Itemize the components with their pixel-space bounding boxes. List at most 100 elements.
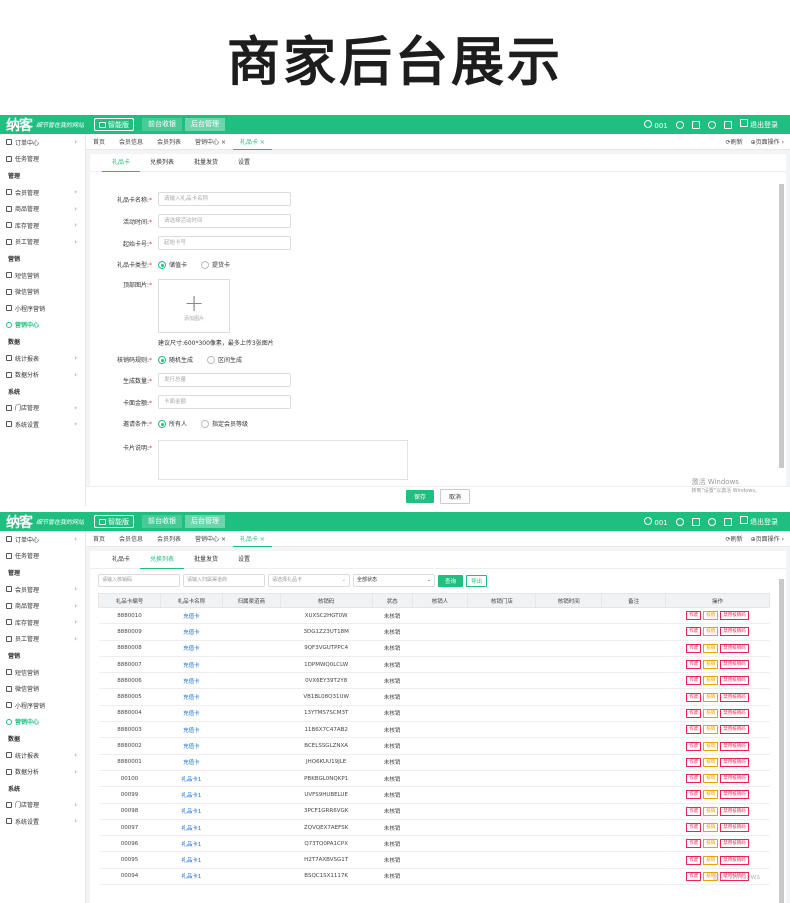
sidebar-item[interactable]: 微信营销 — [0, 680, 85, 697]
subtab-batch-ship-2[interactable]: 批量发货 — [184, 551, 228, 569]
redeem-button[interactable]: 核销 — [703, 611, 719, 621]
sidebar-item[interactable]: 会员管理 › — [0, 581, 85, 598]
page-tab[interactable]: 会员信息 — [112, 534, 150, 543]
logout-button[interactable]: 退出登录 — [739, 119, 778, 130]
redeem-button[interactable]: 核销 — [703, 627, 719, 637]
query-button[interactable]: 查询 — [438, 574, 464, 587]
redeem-button[interactable]: 核销 — [703, 855, 719, 865]
sidebar-item[interactable]: 订单中心 › — [0, 531, 85, 548]
logout-button[interactable]: 退出登录 — [739, 516, 778, 527]
redeem-button[interactable]: 核销 — [703, 708, 719, 718]
cancel-button[interactable]: 取消 — [440, 489, 471, 504]
disable-code-button[interactable]: 禁用核销码 — [720, 741, 749, 751]
subtab-redeem-list[interactable]: 兑换列表 — [140, 154, 184, 172]
start-input[interactable]: 起始卡号 — [158, 236, 291, 250]
nav-front-cashier[interactable]: 前台收银 — [142, 515, 182, 528]
table-cell[interactable]: 充值卡 — [160, 623, 223, 641]
sidebar-item[interactable]: 库存管理 › — [0, 217, 85, 234]
disable-code-button[interactable]: 禁用核销码 — [720, 708, 749, 718]
table-cell[interactable]: 充值卡 — [160, 705, 223, 723]
table-cell[interactable]: 礼品卡1 — [160, 803, 223, 820]
table-cell[interactable]: 充值卡 — [160, 737, 223, 755]
channel-filter-input[interactable]: 请输入归属渠道商 — [183, 574, 265, 587]
download-icon[interactable] — [723, 120, 732, 129]
page-tab[interactable]: 会员信息 — [112, 137, 150, 146]
sidebar-item[interactable]: 统计报表 › — [0, 747, 85, 764]
redeem-button[interactable]: 核销 — [703, 643, 719, 653]
void-button[interactable]: 作废 — [686, 855, 702, 865]
disable-code-button[interactable]: 禁用核销码 — [720, 757, 749, 767]
nav-back-office[interactable]: 后台管理 — [185, 118, 225, 131]
export-button[interactable]: 导出 — [466, 574, 488, 587]
sidebar-item[interactable]: 短信营销 — [0, 267, 85, 284]
subtab-batch-ship[interactable]: 批量发货 — [184, 154, 228, 172]
redeem-button[interactable]: 核销 — [703, 774, 719, 784]
table-cell[interactable]: 充值卡 — [160, 656, 223, 674]
headset-icon[interactable] — [675, 120, 684, 129]
sidebar-item[interactable]: 数据分析 › — [0, 366, 85, 383]
sidebar-item[interactable]: 系统设置 › — [0, 416, 85, 433]
sidebar-item[interactable]: 员工管理 › — [0, 631, 85, 648]
void-button[interactable]: 作废 — [686, 660, 702, 670]
page-tab[interactable]: 首页 — [86, 137, 112, 146]
sidebar-item[interactable]: 营销中心 — [0, 317, 85, 334]
table-cell[interactable]: 礼品卡1 — [160, 819, 223, 837]
void-button[interactable]: 作废 — [686, 823, 702, 832]
user-menu[interactable]: 001 — [644, 516, 668, 527]
void-button[interactable]: 作废 — [686, 806, 702, 816]
save-button[interactable]: 保存 — [405, 490, 434, 503]
sidebar-item[interactable]: 小程序营销 — [0, 300, 85, 317]
bell-icon[interactable] — [707, 120, 716, 129]
sidebar-item[interactable]: 任务管理 — [0, 548, 85, 565]
qty-input[interactable]: 发行总量 — [158, 373, 291, 387]
table-cell[interactable]: 充值卡 — [160, 688, 223, 706]
void-button[interactable]: 作废 — [686, 725, 702, 735]
type-stored-value-radio[interactable]: 储值卡 — [158, 260, 187, 269]
void-button[interactable]: 作废 — [686, 790, 702, 800]
scrollbar-2[interactable] — [779, 579, 784, 903]
sidebar-item[interactable]: 员工管理 › — [0, 234, 85, 251]
redeem-button[interactable]: 核销 — [703, 757, 719, 767]
void-button[interactable]: 作废 — [686, 627, 702, 637]
disable-code-button[interactable]: 禁用核销码 — [720, 611, 749, 621]
subtab-gift-card-2[interactable]: 礼品卡 — [102, 551, 140, 569]
disable-code-button[interactable]: 禁用核销码 — [720, 790, 749, 800]
sidebar-item[interactable]: 营销中心 — [0, 714, 85, 731]
redeem-button[interactable]: 核销 — [703, 725, 719, 735]
table-cell[interactable]: 充值卡 — [160, 672, 223, 690]
void-button[interactable]: 作废 — [686, 871, 702, 881]
disable-code-button[interactable]: 禁用核销码 — [720, 855, 749, 865]
disable-code-button[interactable]: 禁用核销码 — [720, 692, 749, 702]
sidebar-item[interactable]: 商品管理 › — [0, 200, 85, 217]
cond-all-radio[interactable]: 所有人 — [158, 419, 187, 428]
subtab-gift-card[interactable]: 礼品卡 — [102, 154, 141, 172]
sidebar-item[interactable]: 门店管理 › — [0, 400, 85, 417]
sidebar-item[interactable]: 小程序营销 — [0, 697, 85, 714]
void-button[interactable]: 作废 — [686, 741, 702, 751]
sidebar-item[interactable]: 库存管理 › — [0, 614, 85, 631]
page-tab[interactable]: 会员列表 — [150, 137, 188, 146]
disable-code-button[interactable]: 禁用核销码 — [720, 823, 749, 832]
lock-icon[interactable] — [691, 517, 700, 526]
refresh-button[interactable]: ⟳刷新 — [726, 534, 743, 543]
disable-code-button[interactable]: 禁用核销码 — [720, 725, 749, 735]
page-tab[interactable]: 营销中心 × — [188, 137, 233, 146]
page-tab[interactable]: 营销中心 × — [188, 534, 233, 543]
table-cell[interactable]: 礼品卡1 — [160, 835, 223, 853]
disable-code-button[interactable]: 禁用核销码 — [720, 627, 749, 637]
table-cell[interactable]: 充值卡 — [160, 721, 223, 739]
sidebar-item[interactable]: 短信营销 — [0, 664, 85, 681]
code-filter-input[interactable]: 请输入核销码 — [98, 574, 180, 587]
disable-code-button[interactable]: 禁用核销码 — [720, 774, 749, 784]
disable-code-button[interactable]: 禁用核销码 — [720, 660, 749, 670]
subtab-redeem-list-2[interactable]: 兑换列表 — [140, 551, 185, 569]
page-ops-menu[interactable]: ⊕页面操作 › — [751, 137, 784, 146]
amt-input[interactable]: 卡面金额 — [158, 395, 291, 409]
sidebar-item[interactable]: 商品管理 › — [0, 597, 85, 614]
rule-range-radio[interactable]: 区间生成 — [207, 355, 242, 364]
card-select[interactable]: 请选择礼品卡 ⌄ — [268, 574, 350, 587]
bell-icon[interactable] — [707, 517, 716, 526]
headset-icon[interactable] — [675, 517, 684, 526]
cond-level-radio[interactable]: 指定会员等级 — [201, 419, 248, 428]
page-tab[interactable]: 会员列表 — [150, 534, 188, 543]
